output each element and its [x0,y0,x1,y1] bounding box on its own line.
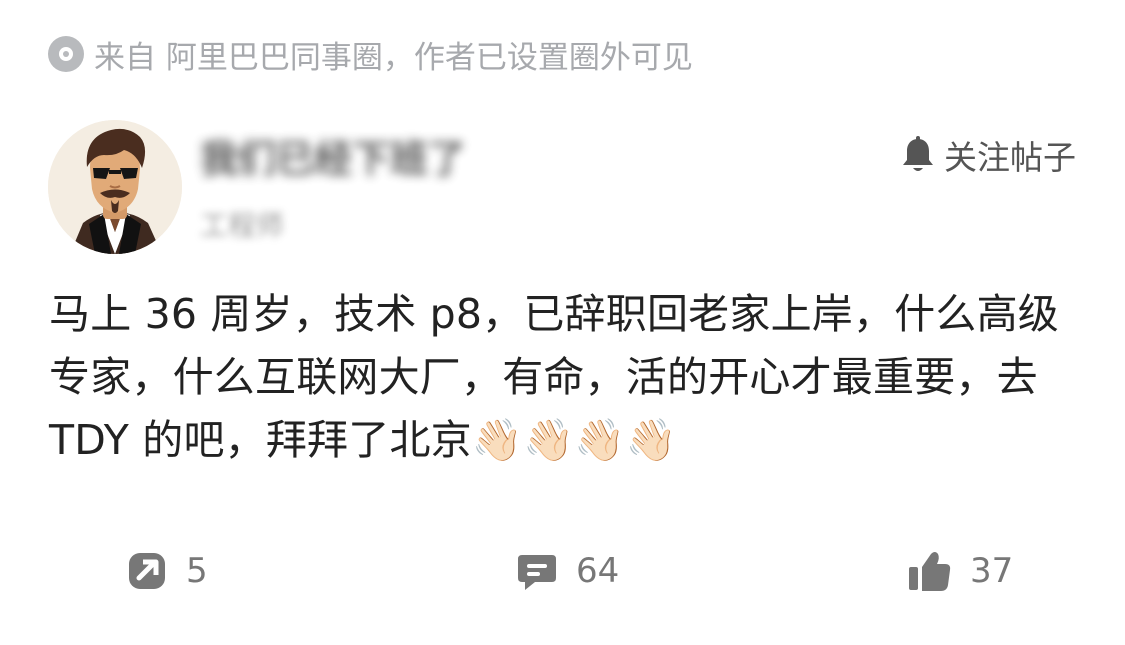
avatar-illustration [48,120,182,254]
author-meta: 工程师 [200,209,285,242]
post-source: 来自 阿里巴巴同事圈，作者已设置圈外可见 [48,30,693,78]
follow-post-button[interactable]: 关注帖子 [900,131,1076,179]
author-avatar[interactable] [48,120,182,254]
source-icon [48,36,84,72]
thumbs-up-icon [909,552,951,591]
share-icon [129,553,165,589]
share-button[interactable]: 5 [125,545,208,597]
share-count: 5 [186,551,208,591]
like-button[interactable]: 37 [907,545,1013,597]
post-content: 马上 36 周岁，技术 p8，已辞职回老家上岸，什么高级专家，什么互联网大厂，有… [49,290,1059,464]
follow-post-label: 关注帖子 [944,138,1076,177]
post-actions: 5 64 37 [0,538,1125,608]
comment-icon [518,555,556,590]
author-name[interactable]: 我们已经下班了 [200,128,590,178]
bell-icon [903,136,933,171]
source-text: 来自 阿里巴巴同事圈，作者已设置圈外可见 [94,39,693,76]
like-count: 37 [970,551,1014,591]
comment-count: 64 [576,551,620,591]
comment-button[interactable]: 64 [515,545,619,597]
